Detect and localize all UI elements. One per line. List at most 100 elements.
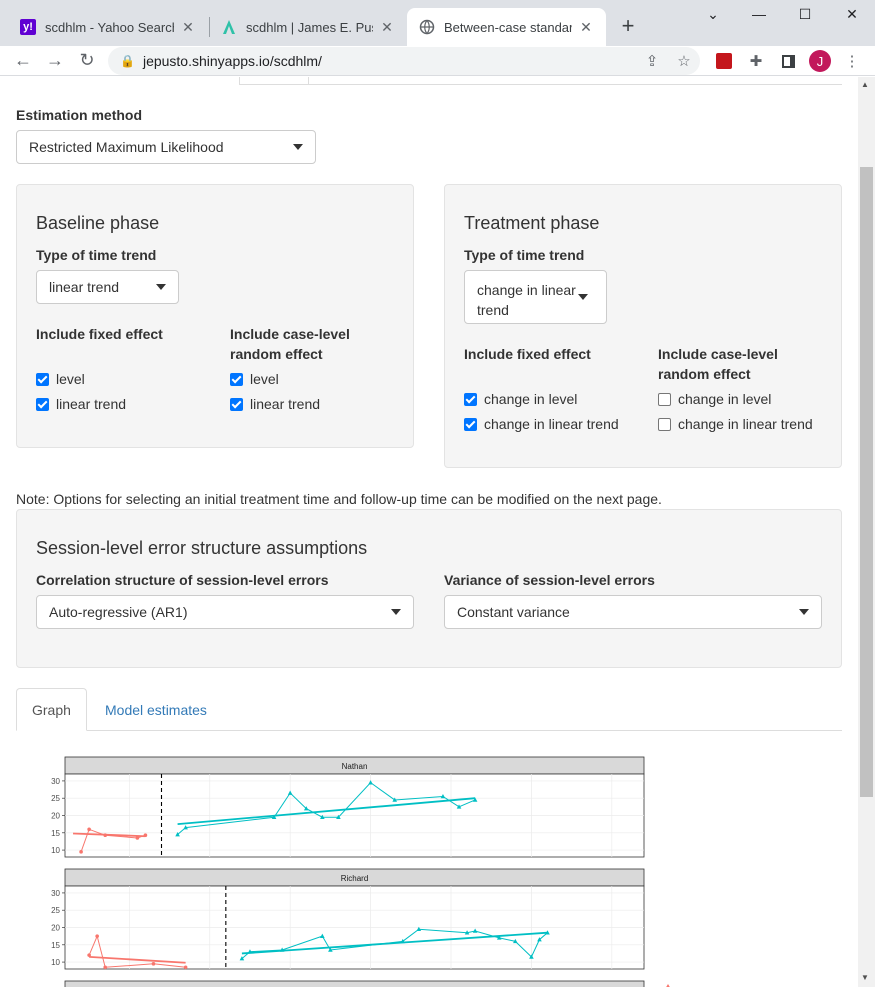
caret-down-icon (578, 294, 588, 300)
page-content: Estimation method Restricted Maximum Lik… (0, 77, 858, 987)
scroll-down-arrow-icon[interactable]: ▼ (861, 973, 869, 982)
avatar-letter: J (809, 50, 831, 72)
checkbox-label: level (56, 371, 85, 387)
checkbox-unchecked[interactable] (658, 392, 671, 406)
baseline-fixed-trend-checkbox[interactable]: linear trend (36, 396, 126, 412)
address-bar[interactable]: 🔒 jepusto.shinyapps.io/scdhlm/ (108, 47, 700, 75)
close-tab-icon[interactable]: ✕ (578, 19, 594, 36)
close-tab-icon[interactable]: ✕ (379, 19, 395, 36)
forward-arrow-icon[interactable]: → (44, 50, 66, 71)
checkbox-checked[interactable] (230, 397, 243, 411)
checkbox-label: linear trend (56, 396, 127, 412)
caret-down-icon (391, 609, 401, 615)
new-tab-icon[interactable]: + (616, 13, 640, 39)
y-tick-label: 25 (51, 794, 60, 803)
session-error-heading: Session-level error structure assumption… (36, 538, 368, 558)
variance-select[interactable]: Constant variance (444, 595, 822, 629)
menu-kebab-icon[interactable]: ⋮ (841, 50, 863, 72)
profile-avatar[interactable]: J (809, 50, 831, 72)
close-tab-icon[interactable]: ✕ (180, 19, 196, 36)
minimize-icon[interactable]: — (747, 6, 771, 22)
back-arrow-icon[interactable]: ← (12, 50, 34, 71)
treatment-trend-select[interactable]: change in linear trend (464, 270, 607, 324)
correlation-structure-value: Auto-regressive (AR1) (49, 604, 188, 620)
reload-icon[interactable]: ↻ (76, 50, 98, 71)
treatment-fixed-level-checkbox[interactable]: change in level (464, 391, 577, 407)
estimation-method-select[interactable]: Restricted Maximum Likelihood (16, 130, 316, 164)
facet-strip-label: Richard (341, 874, 369, 883)
y-tick-label: 25 (51, 906, 60, 915)
globe-icon (419, 19, 435, 35)
page-scrollbar[interactable]: ▲ ▼ (858, 77, 875, 987)
yahoo-icon: y! (20, 19, 36, 35)
baseline-data-point (103, 833, 108, 838)
estimation-method-value: Restricted Maximum Likelihood (29, 139, 224, 155)
extensions-puzzle-icon[interactable]: ✚ (745, 50, 767, 72)
baseline-data-point (87, 953, 91, 957)
baseline-random-trend-checkbox[interactable]: linear trend (230, 396, 320, 412)
y-tick-label: 30 (51, 777, 60, 786)
scroll-up-arrow-icon[interactable]: ▲ (861, 80, 869, 89)
baseline-data-point (79, 850, 83, 854)
treatment-random-trend-checkbox[interactable]: change in linear trend (658, 416, 813, 432)
checkbox-checked[interactable] (36, 372, 49, 386)
close-window-icon[interactable]: ✕ (840, 6, 864, 23)
maximize-icon[interactable]: ☐ (793, 6, 817, 23)
y-tick-label: 20 (51, 812, 60, 821)
url-text: jepusto.shinyapps.io/scdhlm/ (142, 53, 322, 69)
tab-model-estimates[interactable]: Model estimates (90, 688, 222, 731)
baseline-data-point (143, 833, 148, 838)
baseline-phase-heading: Baseline phase (36, 213, 160, 233)
browser-tab-title: scdhlm | James E. Pustejo (246, 19, 373, 35)
session-error-panel: Session-level error structure assumption… (16, 509, 842, 668)
facet-strip (64, 980, 645, 987)
browser-tab-pustejovsky[interactable]: scdhlm | James E. Pustejo ✕ (209, 8, 407, 46)
checkbox-unchecked[interactable] (658, 417, 671, 431)
treatment-random-level-checkbox[interactable]: change in level (658, 391, 771, 407)
treatment-time-note: Note: Options for selecting an initial t… (16, 491, 662, 507)
caret-down-icon (799, 609, 809, 615)
y-tick-label: 10 (51, 958, 60, 967)
baseline-fixed-effect-label: Include fixed effect (36, 326, 163, 342)
treatment-trend-label: Type of time trend (464, 247, 585, 263)
baseline-data-point (87, 827, 91, 832)
checkbox-label: linear trend (250, 396, 321, 412)
baseline-data-point (103, 965, 108, 970)
treatment-trend-value-line-2: trend (477, 302, 509, 318)
facet-strip-label: Nathan (342, 762, 368, 771)
variance-value: Constant variance (457, 604, 570, 620)
treatment-fixed-trend-checkbox[interactable]: change in linear trend (464, 416, 619, 432)
checkbox-checked[interactable] (36, 397, 49, 411)
side-panel-icon[interactable] (777, 50, 799, 72)
share-icon[interactable]: ⇪ (641, 50, 663, 72)
browser-tab-title: Between-case standardiz (444, 19, 572, 35)
y-tick-label: 15 (51, 941, 60, 950)
site-a-icon (221, 19, 237, 35)
upper-tab-border (309, 84, 842, 85)
baseline-random-effect-label-2: random effect (230, 346, 323, 362)
treatment-fixed-effect-label: Include fixed effect (464, 346, 591, 362)
scrollbar-thumb[interactable] (860, 167, 873, 797)
browser-tab-yahoo[interactable]: y! scdhlm - Yahoo Search Re ✕ (8, 8, 208, 46)
baseline-random-level-checkbox[interactable]: level (230, 371, 279, 387)
browser-tab-active[interactable]: Between-case standardiz ✕ (407, 8, 606, 46)
treatment-phase-heading: Treatment phase (464, 213, 600, 233)
tab-graph[interactable]: Graph (16, 688, 87, 731)
checkbox-label: change in linear trend (678, 416, 813, 432)
y-tick-label: 15 (51, 829, 60, 838)
correlation-structure-select[interactable]: Auto-regressive (AR1) (36, 595, 414, 629)
case-plot: Nathan 10 15 20 25 30 Richard 10 15 20 25 30 (51, 756, 670, 987)
baseline-fixed-level-checkbox[interactable]: level (36, 371, 85, 387)
treatment-random-effect-label: Include case-level (658, 346, 778, 362)
browser-tab-strip: y! scdhlm - Yahoo Search Re ✕ scdhlm | J… (0, 0, 875, 46)
bookmark-star-icon[interactable]: ☆ (673, 50, 695, 72)
pdf-extension-icon[interactable] (713, 50, 735, 72)
checkbox-checked[interactable] (464, 417, 477, 431)
checkbox-checked[interactable] (230, 372, 243, 386)
baseline-trend-select[interactable]: linear trend (36, 270, 179, 304)
treatment-trend-value: change in linear trend (477, 280, 576, 320)
variance-label: Variance of session-level errors (444, 572, 655, 588)
checkbox-checked[interactable] (464, 392, 477, 406)
baseline-data-point (151, 962, 156, 966)
tab-search-chevron-icon[interactable]: ⌄ (701, 6, 725, 23)
